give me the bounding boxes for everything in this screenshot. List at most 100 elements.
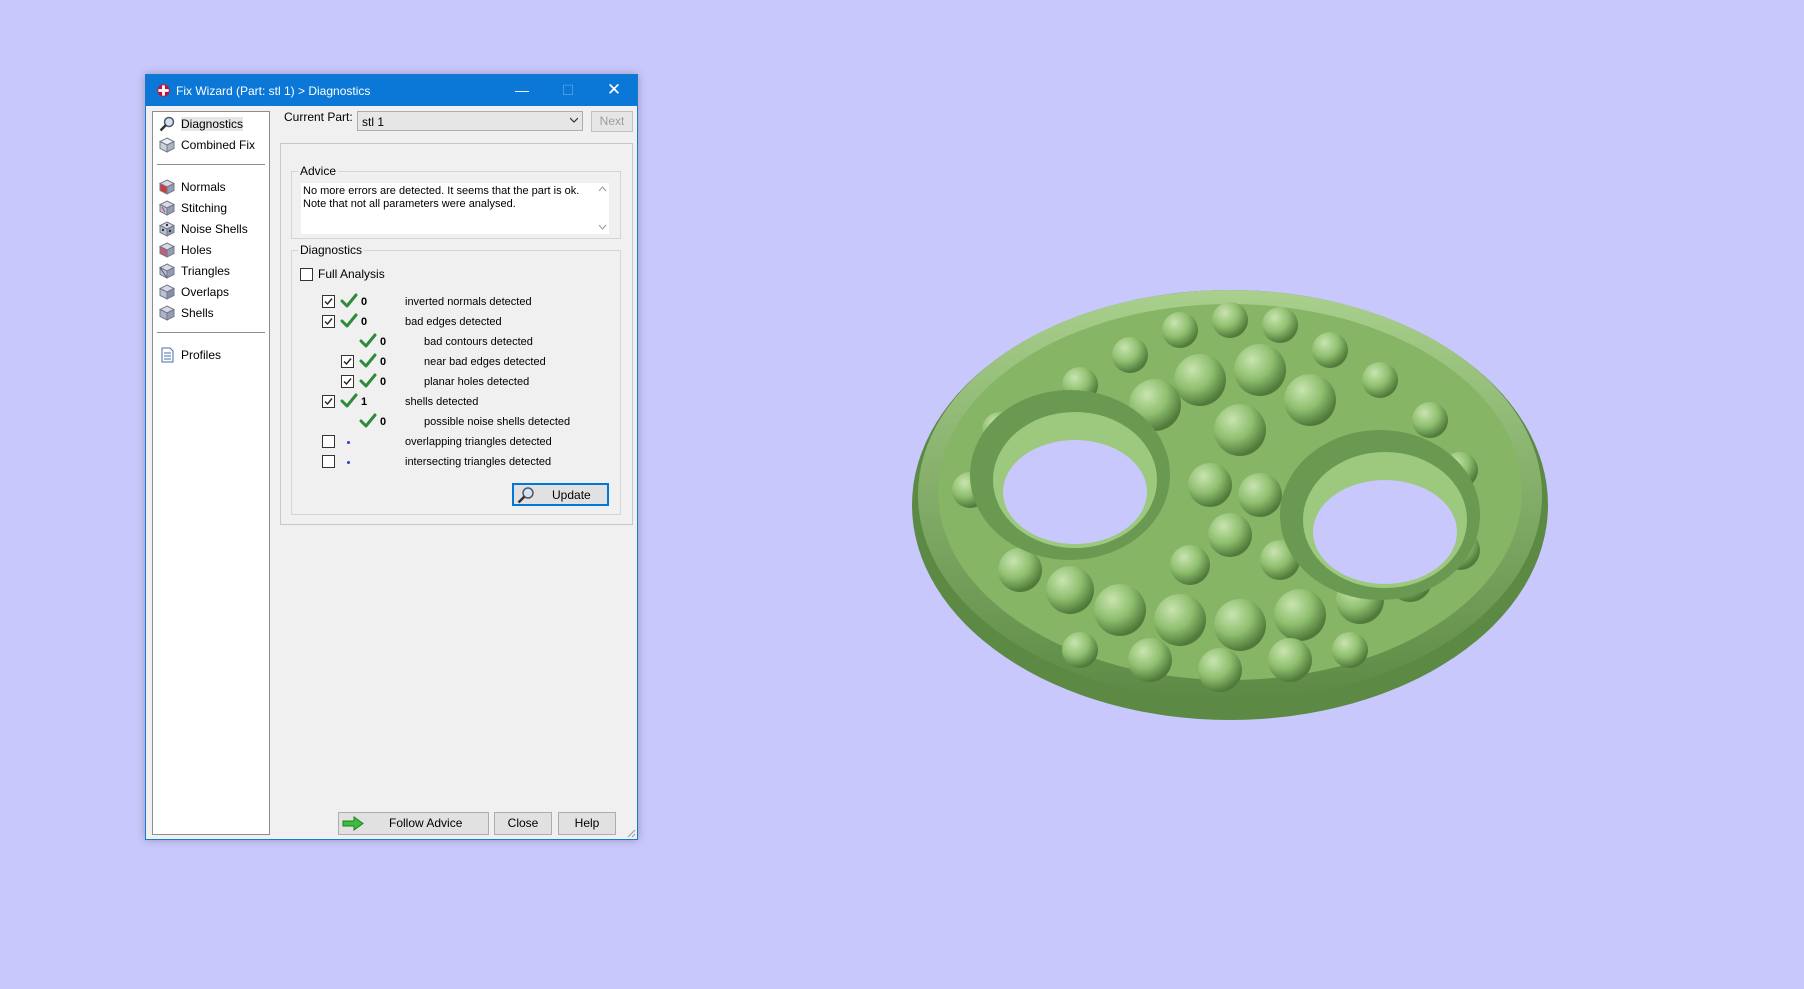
- cube-shells-icon: [159, 305, 175, 321]
- sidebar-item-label: Diagnostics: [181, 117, 244, 131]
- diagnostic-row: 0 possible noise shells detected: [292, 413, 612, 431]
- diagnostic-label: shells detected: [405, 396, 479, 408]
- current-part-value: stl 1: [362, 115, 385, 129]
- cube-icon: [159, 137, 175, 153]
- wizard-sidebar: Diagnostics Combined Fix Normals Stitchi…: [152, 111, 270, 835]
- diagnostic-label: bad contours detected: [424, 336, 533, 348]
- sidebar-item-label: Overlaps: [181, 285, 230, 299]
- maximize-button[interactable]: ☐: [545, 75, 591, 106]
- diagnostic-count: 0: [380, 376, 387, 388]
- diagnostics-panel: Advice No more errors are detected. It s…: [280, 143, 633, 525]
- diagnostic-checkbox[interactable]: [322, 295, 335, 308]
- sidebar-item-label: Noise Shells: [181, 222, 248, 236]
- pending-dot-icon: [347, 441, 350, 444]
- diagnostic-count: 0: [361, 316, 368, 328]
- diagnostic-label: near bad edges detected: [424, 356, 546, 368]
- full-analysis-checkbox[interactable]: [300, 268, 313, 281]
- magnifier-icon: [517, 487, 534, 504]
- sidebar-divider: [157, 332, 265, 333]
- diagnostic-label: intersecting triangles detected: [405, 456, 552, 468]
- full-analysis-label: Full Analysis: [318, 267, 385, 281]
- cube-noise-icon: [159, 221, 175, 237]
- window-title: Fix Wizard (Part: stl 1) > Diagnostics: [176, 84, 371, 98]
- diagnostic-row: 0 bad edges detected: [292, 313, 612, 331]
- check-ok-icon: [359, 353, 377, 369]
- diagnostic-checkbox[interactable]: [322, 455, 335, 468]
- close-button[interactable]: Close: [494, 812, 552, 835]
- follow-advice-button[interactable]: Follow Advice: [338, 812, 489, 835]
- resize-grip-icon[interactable]: [626, 828, 636, 838]
- diagnostic-checkbox[interactable]: [341, 355, 354, 368]
- diagnostic-count: 0: [380, 416, 387, 428]
- left-ring: [970, 390, 1170, 560]
- app-logo-icon: [157, 84, 170, 97]
- diagnostic-count: 0: [380, 336, 387, 348]
- diagnostic-checkbox[interactable]: [322, 435, 335, 448]
- cube-stitch-icon: [159, 200, 175, 216]
- next-button[interactable]: Next: [591, 111, 633, 132]
- check-ok-icon: [359, 373, 377, 389]
- diagnostic-label: possible noise shells detected: [424, 416, 571, 428]
- diagnostic-row: 0 near bad edges detected: [292, 353, 612, 371]
- update-button[interactable]: Update: [512, 483, 609, 506]
- advice-group-label: Advice: [298, 164, 339, 178]
- advice-text-line-1: No more errors are detected. It seems th…: [303, 185, 580, 197]
- scroll-up-icon[interactable]: [598, 186, 607, 192]
- current-part-label: Current Part:: [284, 110, 353, 124]
- cube-holes-icon: [159, 242, 175, 258]
- right-ring: [1280, 430, 1480, 600]
- follow-advice-label: Follow Advice: [389, 816, 463, 830]
- update-button-label: Update: [552, 488, 591, 502]
- fix-wizard-dialog: Fix Wizard (Part: stl 1) > Diagnostics —…: [145, 74, 638, 840]
- sidebar-item-label: Profiles: [181, 348, 222, 362]
- diagnostic-row: 0 inverted normals detected: [292, 293, 612, 311]
- pending-dot-icon: [347, 461, 350, 464]
- diagnostic-row: 0 bad contours detected: [292, 333, 612, 351]
- title-bar[interactable]: Fix Wizard (Part: stl 1) > Diagnostics —…: [146, 75, 637, 106]
- diagnostic-count: 1: [361, 396, 368, 408]
- advice-text-line-2: Note that not all parameters were analys…: [303, 198, 516, 210]
- diagnostic-row: overlapping triangles detected: [292, 433, 612, 451]
- document-icon: [161, 347, 174, 363]
- cube-red-icon: [159, 179, 175, 195]
- magnifier-icon: [159, 116, 175, 132]
- sidebar-item-label: Triangles: [181, 264, 230, 278]
- sidebar-item-label: Normals: [181, 180, 226, 194]
- diagnostic-label: bad edges detected: [405, 316, 502, 328]
- check-ok-icon: [340, 293, 358, 309]
- diagnostic-checkbox[interactable]: [322, 395, 335, 408]
- diagnostic-row: 0 planar holes detected: [292, 373, 612, 391]
- diagnostics-group-label: Diagnostics: [298, 243, 365, 257]
- cube-triangles-icon: [159, 263, 175, 279]
- diagnostic-row: 1 shells detected: [292, 393, 612, 411]
- minimize-button[interactable]: —: [499, 75, 545, 106]
- diagnostic-count: 0: [361, 296, 368, 308]
- diagnostic-label: inverted normals detected: [405, 296, 532, 308]
- close-window-button[interactable]: ✕: [591, 75, 637, 106]
- diagnostics-group: Diagnostics Full Analysis 0 inverted norm…: [291, 243, 621, 515]
- sidebar-divider: [157, 164, 265, 165]
- sidebar-item-label: Combined Fix: [181, 138, 256, 152]
- advice-group: Advice No more errors are detected. It s…: [291, 164, 621, 239]
- help-button[interactable]: Help: [558, 812, 616, 835]
- diagnostic-checkbox[interactable]: [322, 315, 335, 328]
- diagnostic-checkbox[interactable]: [341, 375, 354, 388]
- chevron-down-icon: [570, 117, 578, 123]
- scroll-down-icon[interactable]: [598, 224, 607, 230]
- advice-textbox[interactable]: No more errors are detected. It seems th…: [301, 183, 609, 234]
- 3d-model-viewport[interactable]: [900, 230, 1560, 750]
- cube-overlaps-icon: [159, 284, 175, 300]
- check-ok-icon: [340, 393, 358, 409]
- diagnostic-label: planar holes detected: [424, 376, 530, 388]
- sidebar-item-label: Shells: [181, 306, 214, 320]
- diagnostic-label: overlapping triangles detected: [405, 436, 552, 448]
- check-ok-icon: [340, 313, 358, 329]
- check-ok-icon: [359, 333, 377, 349]
- diagnostic-count: 0: [380, 356, 387, 368]
- diagnostic-row: intersecting triangles detected: [292, 453, 612, 471]
- check-ok-icon: [359, 413, 377, 429]
- sidebar-item-label: Holes: [181, 243, 212, 257]
- sidebar-item-label: Stitching: [181, 201, 228, 215]
- current-part-select[interactable]: stl 1: [357, 111, 583, 131]
- arrow-right-icon: [342, 816, 364, 831]
